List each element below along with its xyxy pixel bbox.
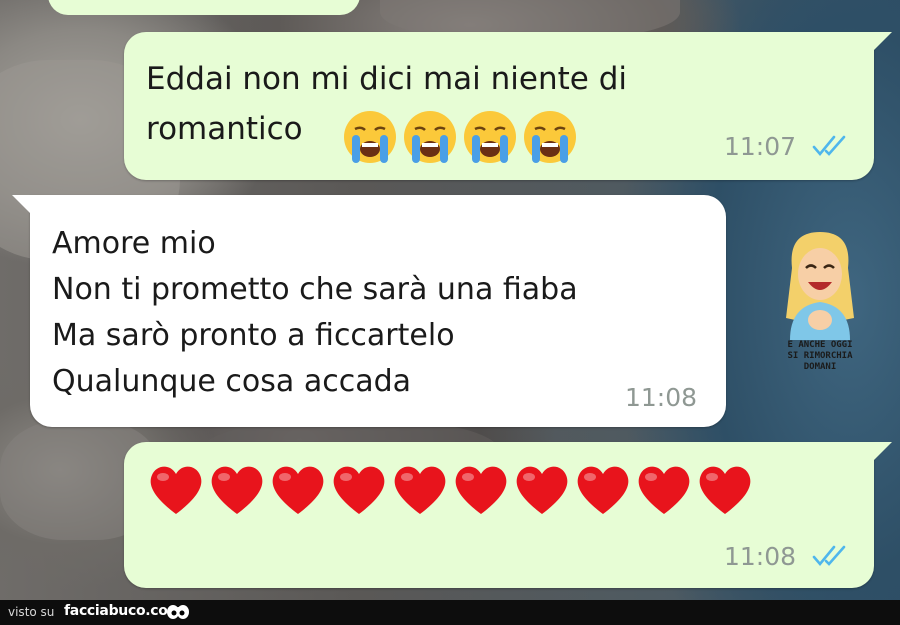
red-heart-icon [699,466,751,514]
eyes-logo-icon [167,605,189,619]
message-bubble-outgoing[interactable]: Eddai non mi dici mai niente di romantic… [124,32,874,180]
red-heart-icon [577,466,629,514]
sticker-caption: E ANCHE OGGI SI RIMORCHIA DOMANI [787,340,853,372]
double-check-icon [812,135,846,157]
message-time: 11:08 [625,383,698,412]
red-heart-icon [638,466,690,514]
laughing-woman-icon [786,232,854,340]
crying-emoji-group [342,109,578,165]
bubble-tail [874,32,892,50]
red-heart-icon [150,466,202,514]
red-heart-icon [394,466,446,514]
loudly-crying-face-icon [404,111,456,163]
footer-site-link[interactable]: facciabuco.com [64,603,182,619]
red-heart-icon [455,466,507,514]
red-heart-icon [333,466,385,514]
previous-message-bubble[interactable] [48,0,360,15]
message-time: 11:08 [724,542,797,571]
message-bubble-outgoing[interactable]: 11:08 [124,442,874,588]
message-time: 11:07 [724,132,797,161]
footer-visto-text: visto su [8,605,55,619]
bubble-tail [12,195,30,213]
watermark-footer: visto su facciabuco.com [0,600,900,625]
loudly-crying-face-icon [344,111,396,163]
red-heart-icon [272,466,324,514]
hearts-emoji-row [146,462,755,518]
loudly-crying-face-icon [524,111,576,163]
red-heart-icon [516,466,568,514]
loudly-crying-face-icon [464,111,516,163]
message-bubble-incoming[interactable]: Amore mio Non ti prometto che sarà una f… [30,195,726,427]
red-heart-icon [211,466,263,514]
message-text: Amore mio Non ti prometto che sarà una f… [52,226,578,399]
laughing-woman-sticker: E ANCHE OGGI SI RIMORCHIA DOMANI [770,228,870,378]
bubble-tail [874,442,892,460]
double-check-icon [812,545,846,567]
